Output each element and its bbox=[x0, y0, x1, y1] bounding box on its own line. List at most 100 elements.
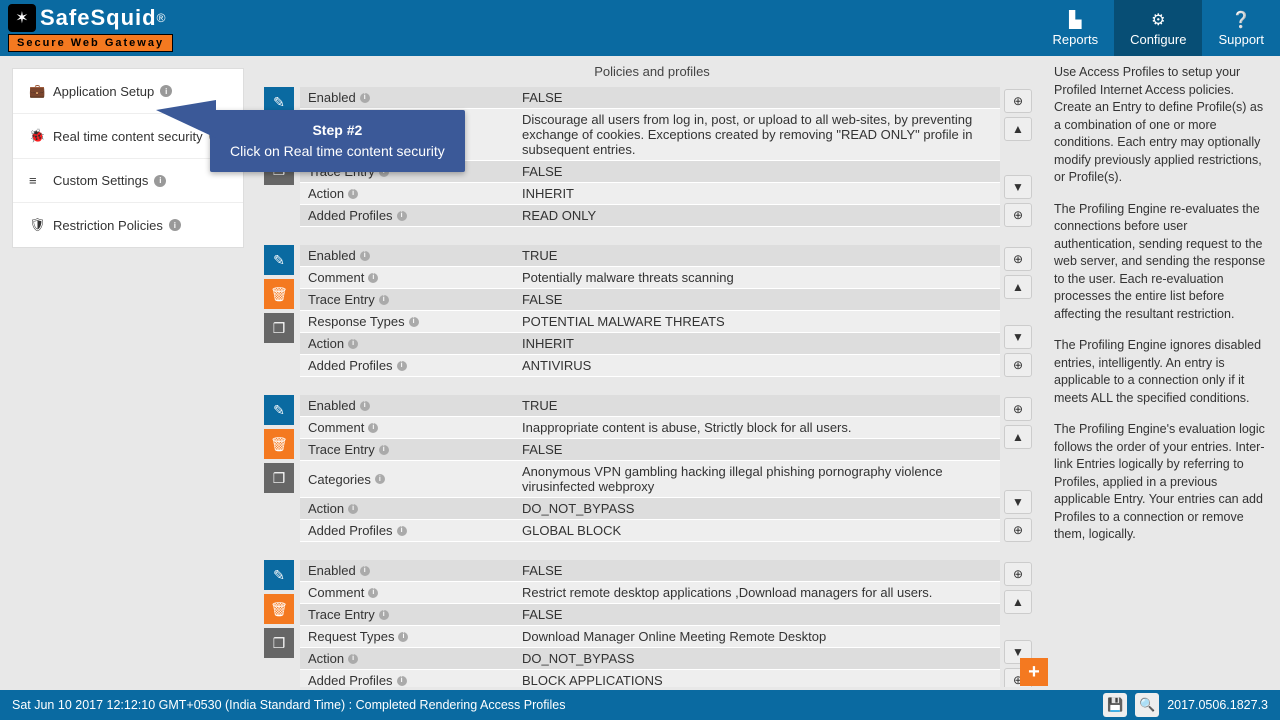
nav: ▙ Reports ⚙ Configure ❔ Support bbox=[1037, 0, 1280, 56]
nav-label: Configure bbox=[1130, 32, 1186, 47]
edit-button[interactable]: ✎ bbox=[264, 395, 294, 425]
info-icon[interactable]: i bbox=[379, 295, 389, 305]
info-icon[interactable]: i bbox=[368, 588, 378, 598]
row-value: DO_NOT_BYPASS bbox=[514, 498, 1000, 519]
delete-button[interactable]: 🗑 bbox=[264, 429, 294, 459]
info-icon[interactable]: i bbox=[397, 526, 407, 536]
copy-button[interactable]: ❐ bbox=[264, 463, 294, 493]
nav-configure[interactable]: ⚙ Configure bbox=[1114, 0, 1202, 56]
delete-button[interactable]: 🗑 bbox=[264, 279, 294, 309]
info-icon[interactable]: i bbox=[397, 211, 407, 221]
move-bottom-button[interactable]: ⊕ bbox=[1004, 518, 1032, 542]
info-icon[interactable]: i bbox=[160, 85, 172, 97]
info-icon[interactable]: i bbox=[360, 251, 370, 261]
row-value: FALSE bbox=[514, 161, 1000, 182]
info-icon[interactable]: i bbox=[379, 610, 389, 620]
info-icon[interactable]: i bbox=[348, 339, 358, 349]
info-icon[interactable]: i bbox=[169, 219, 181, 231]
nav-reports[interactable]: ▙ Reports bbox=[1037, 0, 1115, 56]
move-top-button[interactable]: ⊕ bbox=[1004, 397, 1032, 421]
table-row: ActioniINHERIT bbox=[300, 333, 1000, 355]
save-button[interactable]: 💾 bbox=[1103, 693, 1127, 717]
row-label: Commenti bbox=[300, 582, 514, 603]
move-up-button[interactable]: ▲ bbox=[1004, 590, 1032, 614]
row-value: FALSE bbox=[514, 439, 1000, 460]
add-entry-button[interactable]: + bbox=[1020, 658, 1048, 686]
move-down-button[interactable]: ▼ bbox=[1004, 325, 1032, 349]
sidebar-item-custom-settings[interactable]: ≡ Custom Settings i bbox=[13, 159, 243, 203]
row-label: Response Typesi bbox=[300, 311, 514, 332]
row-label: Trace Entryi bbox=[300, 604, 514, 625]
nav-support[interactable]: ❔ Support bbox=[1202, 0, 1280, 56]
table-row: Added ProfilesiANTIVIRUS bbox=[300, 355, 1000, 377]
edit-button[interactable]: ✎ bbox=[264, 560, 294, 590]
delete-button[interactable]: 🗑 bbox=[264, 594, 294, 624]
edit-button[interactable]: ✎ bbox=[264, 245, 294, 275]
row-value: POTENTIAL MALWARE THREATS bbox=[514, 311, 1000, 332]
info-icon[interactable]: i bbox=[348, 504, 358, 514]
info-icon[interactable]: i bbox=[360, 93, 370, 103]
logo-reg: ® bbox=[157, 11, 166, 25]
row-label: Commenti bbox=[300, 267, 514, 288]
policy-entry: ✎ 🗑 ❐ EnablediTRUECommentiPotentially malwa… bbox=[264, 245, 1036, 377]
table-row: EnablediTRUE bbox=[300, 395, 1000, 417]
table-row: EnablediFALSE bbox=[300, 560, 1000, 582]
row-value: Anonymous VPN gambling hacking illegal p… bbox=[514, 461, 1000, 497]
row-label: Added Profilesi bbox=[300, 205, 514, 226]
info-icon[interactable]: i bbox=[368, 423, 378, 433]
row-value: Download Manager Online Meeting Remote D… bbox=[514, 626, 1000, 647]
footer: Sat Jun 10 2017 12:12:10 GMT+0530 (India… bbox=[0, 690, 1280, 720]
move-top-button[interactable]: ⊕ bbox=[1004, 89, 1032, 113]
table-row: EnablediFALSE bbox=[300, 87, 1000, 109]
info-icon[interactable]: i bbox=[409, 317, 419, 327]
table-row: CommentiRestrict remote desktop applicat… bbox=[300, 582, 1000, 604]
row-value: DO_NOT_BYPASS bbox=[514, 648, 1000, 669]
row-value: GLOBAL BLOCK bbox=[514, 520, 1000, 541]
table-row: Added ProfilesiREAD ONLY bbox=[300, 205, 1000, 227]
table-row: Trace EntryiFALSE bbox=[300, 289, 1000, 311]
info-icon[interactable]: i bbox=[360, 566, 370, 576]
copy-button[interactable]: ❐ bbox=[264, 628, 294, 658]
move-up-button[interactable]: ▲ bbox=[1004, 117, 1032, 141]
table-row: CommentiPotentially malware threats scan… bbox=[300, 267, 1000, 289]
row-label: Added Profilesi bbox=[300, 520, 514, 541]
move-bottom-button[interactable]: ⊕ bbox=[1004, 353, 1032, 377]
nav-label: Reports bbox=[1053, 32, 1099, 47]
search-button[interactable]: 🔍 bbox=[1135, 693, 1159, 717]
configure-icon: ⚙ bbox=[1151, 10, 1165, 30]
bug-icon: 🐞 bbox=[29, 128, 45, 144]
row-label: Enabledi bbox=[300, 245, 514, 266]
info-icon[interactable]: i bbox=[368, 273, 378, 283]
row-value: INHERIT bbox=[514, 183, 1000, 204]
copy-button[interactable]: ❐ bbox=[264, 313, 294, 343]
sliders-icon: ≡ bbox=[29, 173, 45, 188]
help-paragraph: Use Access Profiles to setup your Profil… bbox=[1054, 64, 1270, 187]
move-top-button[interactable]: ⊕ bbox=[1004, 562, 1032, 586]
info-icon[interactable]: i bbox=[397, 676, 407, 686]
table-row: Response TypesiPOTENTIAL MALWARE THREATS bbox=[300, 311, 1000, 333]
info-icon[interactable]: i bbox=[379, 445, 389, 455]
policy-entry: ✎🗑❐EnablediTRUECommentiInappropriate con… bbox=[264, 395, 1036, 542]
callout-title: Step #2 bbox=[230, 120, 445, 141]
move-down-button[interactable]: ▼ bbox=[1004, 175, 1032, 199]
move-top-button[interactable]: ⊕ bbox=[1004, 247, 1032, 271]
info-icon[interactable]: i bbox=[348, 189, 358, 199]
entry-body: EnablediTRUECommentiInappropriate conten… bbox=[300, 395, 1000, 542]
info-icon[interactable]: i bbox=[397, 361, 407, 371]
move-up-button[interactable]: ▲ bbox=[1004, 425, 1032, 449]
move-down-button[interactable]: ▼ bbox=[1004, 490, 1032, 514]
info-icon[interactable]: i bbox=[348, 654, 358, 664]
sidebar-item-label: Restriction Policies bbox=[53, 218, 163, 233]
move-up-button[interactable]: ▲ bbox=[1004, 275, 1032, 299]
info-icon[interactable]: i bbox=[154, 175, 166, 187]
table-row: EnablediTRUE bbox=[300, 245, 1000, 267]
sidebar-item-restriction-policies[interactable]: 🛡 Restriction Policies i bbox=[13, 203, 243, 247]
row-value: TRUE bbox=[514, 395, 1000, 416]
move-bottom-button[interactable]: ⊕ bbox=[1004, 203, 1032, 227]
info-icon[interactable]: i bbox=[375, 474, 385, 484]
table-row: Trace EntryiFALSE bbox=[300, 604, 1000, 626]
info-icon[interactable]: i bbox=[360, 401, 370, 411]
row-label: Actioni bbox=[300, 183, 514, 204]
entries-list[interactable]: ✎🗑❐EnablediFALSECommentiDiscourage all u… bbox=[264, 87, 1040, 687]
info-icon[interactable]: i bbox=[398, 632, 408, 642]
